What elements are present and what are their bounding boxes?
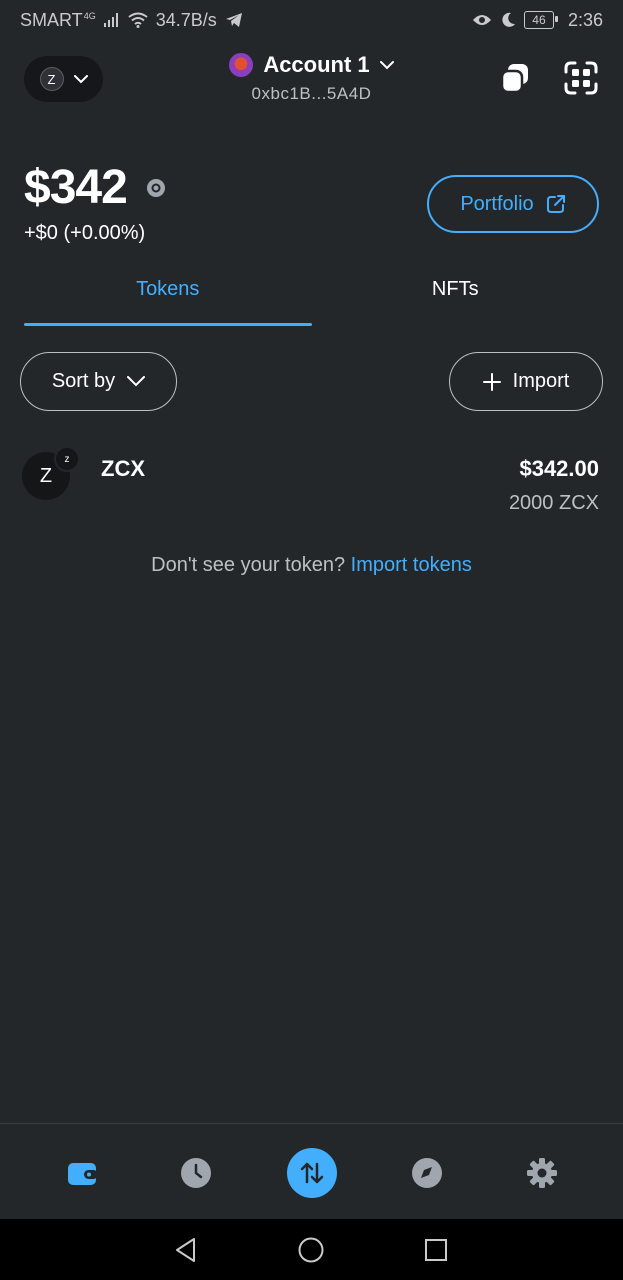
balance-value: $342 (24, 161, 128, 214)
status-bar: SMART4G 34.7B/s 46 2:36 (0, 0, 623, 40)
plus-icon (482, 372, 501, 391)
browser-compass-icon (412, 1158, 442, 1188)
nav-settings[interactable] (517, 1148, 567, 1198)
wallet-icon (68, 1163, 98, 1185)
recents-button[interactable] (421, 1235, 451, 1265)
tab-nfts[interactable]: NFTs (312, 268, 600, 326)
moon-icon (502, 12, 515, 27)
network-badge: z (54, 446, 80, 472)
scan-icon (564, 61, 598, 95)
back-button[interactable] (171, 1235, 201, 1265)
external-link-icon (546, 195, 565, 213)
signal-icon (103, 13, 118, 27)
carrier-label: SMART4G (20, 9, 96, 30)
network-type: 4G (83, 10, 96, 21)
balance-row: $342 (24, 160, 169, 215)
battery-icon: 46 (523, 11, 558, 29)
header: Z Account 1 0xbc1B...5A4D (0, 48, 623, 118)
back-triangle-icon (176, 1238, 195, 1262)
import-tokens-link[interactable]: Import tokens (351, 554, 472, 576)
nav-wallet[interactable] (57, 1148, 107, 1198)
network-avatar: Z (39, 67, 64, 91)
nav-activity[interactable] (171, 1148, 221, 1198)
tab-tokens[interactable]: Tokens (24, 268, 312, 326)
scan-qr-button[interactable] (563, 60, 599, 96)
android-nav-bar (0, 1219, 623, 1280)
eye-toggle-icon[interactable] (143, 178, 169, 198)
token-row[interactable]: Z z ZCX $342.00 2000 ZCX (0, 440, 623, 520)
portfolio-label: Portfolio (460, 192, 534, 215)
nav-swap[interactable] (287, 1148, 337, 1198)
bottom-nav (0, 1123, 623, 1219)
home-circle-icon (298, 1237, 324, 1263)
account-name: Account 1 (263, 52, 370, 77)
asset-tabs: Tokens NFTs (24, 268, 599, 326)
copy-accounts-button[interactable] (497, 60, 533, 96)
network-picker-button[interactable]: Z (24, 56, 103, 102)
swap-icon (300, 1162, 324, 1184)
network-speed: 34.7B/s (155, 9, 217, 30)
home-button[interactable] (296, 1235, 326, 1265)
account-address[interactable]: 0xbc1B...5A4D (200, 84, 423, 104)
chevron-down-icon (127, 376, 146, 387)
import-button[interactable]: Import (449, 352, 603, 411)
wifi-icon (128, 12, 148, 28)
status-left: SMART4G 34.7B/s (20, 10, 243, 31)
import-label: Import (512, 370, 570, 392)
nav-browser[interactable] (402, 1148, 452, 1198)
sort-by-label: Sort by (51, 370, 116, 392)
telegram-icon (225, 13, 242, 27)
portfolio-button[interactable]: Portfolio (427, 175, 599, 233)
token-fiat-value: $342.00 (519, 456, 599, 481)
account-avatar (229, 53, 254, 77)
hint-text: Don't see your token? (151, 554, 346, 576)
copy-icon (500, 64, 528, 94)
chevron-down-icon (379, 60, 394, 69)
sort-by-button[interactable]: Sort by (20, 352, 177, 411)
settings-gear-icon (527, 1158, 557, 1188)
recents-square-icon (425, 1239, 447, 1261)
status-right: 46 2:36 (472, 10, 603, 31)
activity-clock-icon (181, 1158, 211, 1188)
token-amount: 2000 ZCX (508, 492, 599, 514)
wallet-screen: SMART4G 34.7B/s 46 2:36 Z Account 1 0xbc… (0, 0, 623, 1280)
import-hint: Don't see your token? Import tokens (0, 554, 623, 577)
eye-icon (472, 15, 491, 25)
token-name: ZCX (101, 456, 145, 481)
chevron-down-icon (73, 74, 88, 83)
balance-change: +$0 (+0.00%) (24, 222, 146, 244)
account-row: Account 1 (200, 52, 423, 78)
clock-time: 2:36 (567, 9, 603, 30)
account-picker[interactable]: Account 1 0xbc1B...5A4D (200, 52, 423, 104)
